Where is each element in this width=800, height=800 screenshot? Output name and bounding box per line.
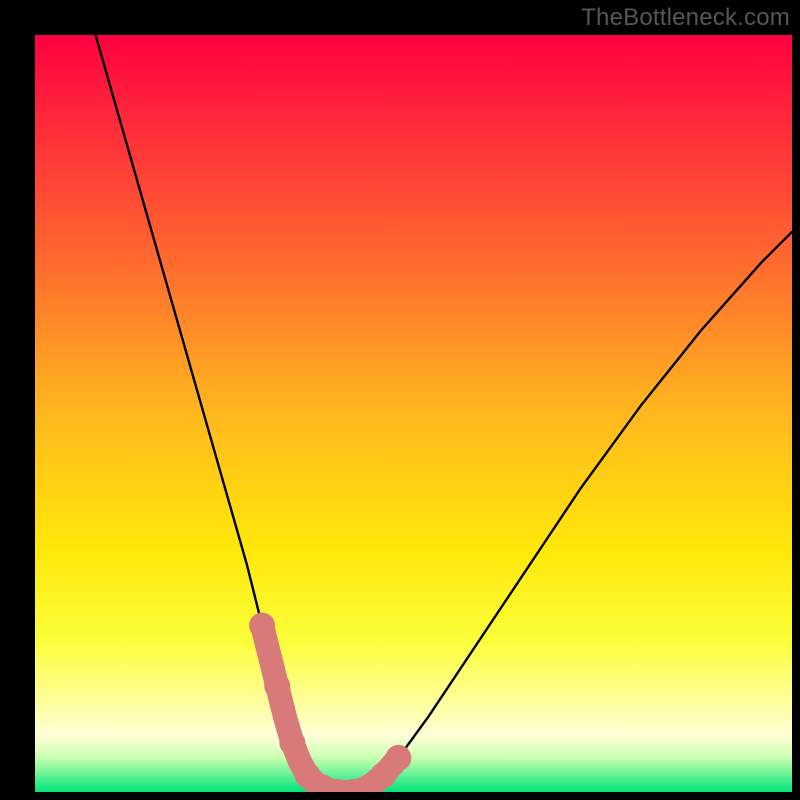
sample-dot bbox=[279, 730, 305, 756]
chart-frame: TheBottleneck.com bbox=[0, 0, 800, 800]
watermark-text: TheBottleneck.com bbox=[581, 4, 790, 32]
bottleneck-chart bbox=[35, 35, 792, 792]
sample-dot bbox=[385, 745, 411, 771]
sample-dot bbox=[249, 612, 275, 638]
sample-dot bbox=[264, 673, 290, 699]
gradient-background bbox=[35, 35, 792, 792]
